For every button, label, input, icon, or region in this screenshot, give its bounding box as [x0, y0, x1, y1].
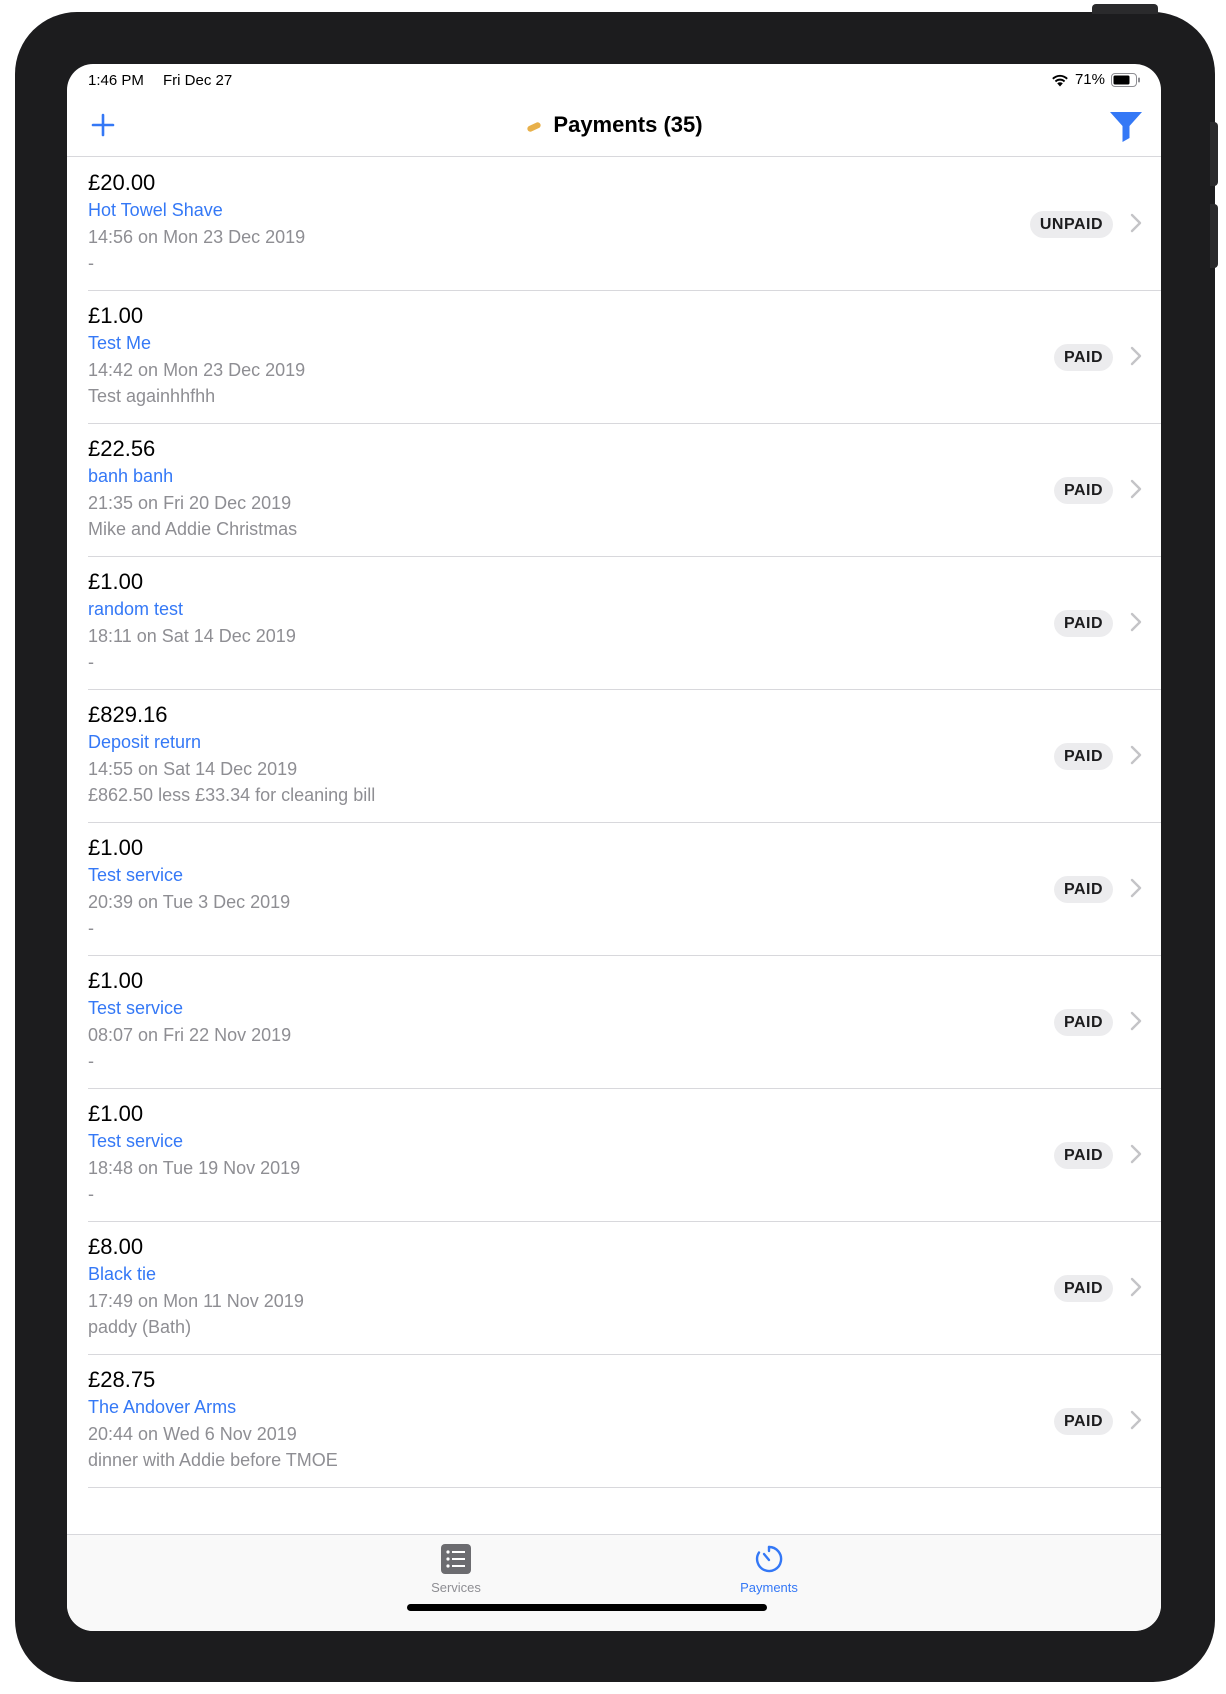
- volume-down-button: [1210, 204, 1218, 268]
- payment-service: random test: [88, 599, 184, 619]
- payment-time: 21:35 on Fri 20 Dec 2019: [88, 493, 292, 513]
- payment-row[interactable]: £1.00 Test Me 14:42 on Mon 23 Dec 2019 Test…: [67, 291, 1161, 424]
- payment-time: 20:39 on Tue 3 Dec 2019: [88, 892, 291, 912]
- bandage-icon: [525, 113, 543, 139]
- status-badge: PAID: [1053, 743, 1113, 770]
- payment-amount: £1.00: [88, 968, 144, 993]
- payment-service: Hot Towel Shave: [88, 200, 223, 220]
- payment-row[interactable]: £22.56 banh banh 21:35 on Fri 20 Dec 2019 M…: [67, 424, 1161, 557]
- tab-bar: Services Payments: [67, 1534, 1161, 1631]
- status-time: 1:46 PM: [88, 72, 144, 89]
- chevron-right-icon: [1130, 479, 1142, 499]
- tab-payments[interactable]: Payments: [709, 1543, 829, 1595]
- tab-services[interactable]: Services: [396, 1543, 516, 1595]
- status-bar: 1:46 PM Fri Dec 27 71%: [67, 64, 1161, 94]
- payment-time: 14:55 on Sat 14 Dec 2019: [88, 759, 298, 779]
- payment-note: -: [88, 918, 94, 938]
- app-screen: 1:46 PM Fri Dec 27 71% Payments (35) £20…: [67, 64, 1161, 1631]
- payment-note: £862.50 less £33.34 for cleaning bill: [88, 785, 376, 805]
- payment-time: 18:11 on Sat 14 Dec 2019: [88, 626, 296, 646]
- list-icon: [441, 1544, 471, 1574]
- payment-amount: £1.00: [88, 1101, 144, 1126]
- status-badge: PAID: [1053, 344, 1113, 371]
- payment-service: Test service: [88, 998, 184, 1018]
- power-button: [1092, 4, 1158, 14]
- filter-icon: [1110, 112, 1142, 142]
- chevron-right-icon: [1130, 1144, 1142, 1164]
- chevron-right-icon: [1130, 1011, 1142, 1031]
- chevron-right-icon: [1130, 213, 1142, 233]
- payment-service: Test Me: [88, 333, 152, 353]
- payment-row[interactable]: £1.00 Test service 20:39 on Tue 3 Dec 2019…: [67, 823, 1161, 956]
- chevron-right-icon: [1130, 745, 1142, 765]
- tab-payments-label: Payments: [740, 1580, 798, 1595]
- chevron-right-icon: [1130, 1277, 1142, 1297]
- payment-amount: £8.00: [88, 1234, 144, 1259]
- payment-note: dinner with Addie before TMOE: [88, 1450, 338, 1470]
- home-indicator: [407, 1604, 767, 1611]
- tab-services-label: Services: [431, 1580, 481, 1595]
- payment-amount: £22.56: [88, 436, 156, 461]
- payment-row[interactable]: £829.16 Deposit return 14:55 on Sat 14 Dec…: [67, 690, 1161, 823]
- payment-service: Black tie: [88, 1264, 157, 1284]
- status-badge: PAID: [1053, 1009, 1113, 1036]
- payment-amount: £1.00: [88, 303, 144, 328]
- payment-service: banh banh: [88, 466, 174, 486]
- payment-time: 08:07 on Fri 22 Nov 2019: [88, 1025, 292, 1045]
- battery-icon: [1111, 72, 1141, 87]
- payment-row[interactable]: £8.00 Black tie 17:49 on Mon 11 Nov 2019 pa…: [67, 1222, 1161, 1355]
- payment-note: -: [88, 1051, 94, 1071]
- status-badge: PAID: [1053, 876, 1113, 903]
- status-indicators: 71%: [1051, 71, 1141, 88]
- payment-note: Test againhhfhh: [88, 386, 216, 406]
- status-badge: UNPAID: [1029, 211, 1113, 238]
- payment-row[interactable]: £20.00 Hot Towel Shave 14:56 on Mon 23 Dec…: [67, 158, 1161, 291]
- payment-amount: £829.16: [88, 702, 168, 727]
- payment-note: -: [88, 253, 94, 273]
- payment-time: 18:48 on Tue 19 Nov 2019: [88, 1158, 301, 1178]
- chevron-right-icon: [1130, 346, 1142, 366]
- status-badge: PAID: [1053, 1275, 1113, 1302]
- timer-icon: [755, 1545, 783, 1573]
- filter-button[interactable]: [1107, 108, 1145, 144]
- payment-row[interactable]: £1.00 Test service 08:07 on Fri 22 Nov 201…: [67, 956, 1161, 1089]
- chevron-right-icon: [1130, 878, 1142, 898]
- payment-time: 20:44 on Wed 6 Nov 2019: [88, 1424, 297, 1444]
- battery-percent: 71%: [1074, 71, 1105, 88]
- status-badge: PAID: [1053, 477, 1113, 504]
- payment-service: Test service: [88, 865, 184, 885]
- payment-service: Test service: [88, 1131, 184, 1151]
- payment-time: 14:42 on Mon 23 Dec 2019: [88, 360, 306, 380]
- payment-row[interactable]: £1.00 Test service 18:48 on Tue 19 Nov 201…: [67, 1089, 1161, 1222]
- status-date: Fri Dec 27: [163, 72, 233, 89]
- payment-note: -: [88, 1184, 94, 1204]
- wifi-icon: [1051, 73, 1069, 87]
- payment-amount: £1.00: [88, 569, 144, 594]
- status-badge: PAID: [1053, 610, 1113, 637]
- chevron-right-icon: [1130, 1410, 1142, 1430]
- payment-row[interactable]: £1.00 random test 18:11 on Sat 14 Dec 2019…: [67, 557, 1161, 690]
- payment-time: 14:56 on Mon 23 Dec 2019: [88, 227, 306, 247]
- payment-row[interactable]: £28.75 The Andover Arms 20:44 on Wed 6 Nov…: [67, 1355, 1161, 1488]
- navigation-bar: Payments (35): [67, 94, 1161, 157]
- payment-note: -: [88, 652, 94, 672]
- payment-time: 17:49 on Mon 11 Nov 2019: [88, 1291, 304, 1311]
- page-title-text: Payments (35): [553, 112, 703, 137]
- volume-up-button: [1210, 122, 1218, 186]
- payment-amount: £28.75: [88, 1367, 156, 1392]
- page-title: Payments (35): [67, 112, 1161, 139]
- payment-note: Mike and Addie Christmas: [88, 519, 298, 539]
- payments-list: £20.00 Hot Towel Shave 14:56 on Mon 23 Dec…: [67, 158, 1161, 1488]
- status-badge: PAID: [1053, 1142, 1113, 1169]
- payment-amount: £20.00: [88, 170, 156, 195]
- payment-amount: £1.00: [88, 835, 144, 860]
- payment-note: paddy (Bath): [88, 1317, 192, 1337]
- status-badge: PAID: [1053, 1408, 1113, 1435]
- payment-service: Deposit return: [88, 732, 202, 752]
- chevron-right-icon: [1130, 612, 1142, 632]
- payment-service: The Andover Arms: [88, 1397, 237, 1417]
